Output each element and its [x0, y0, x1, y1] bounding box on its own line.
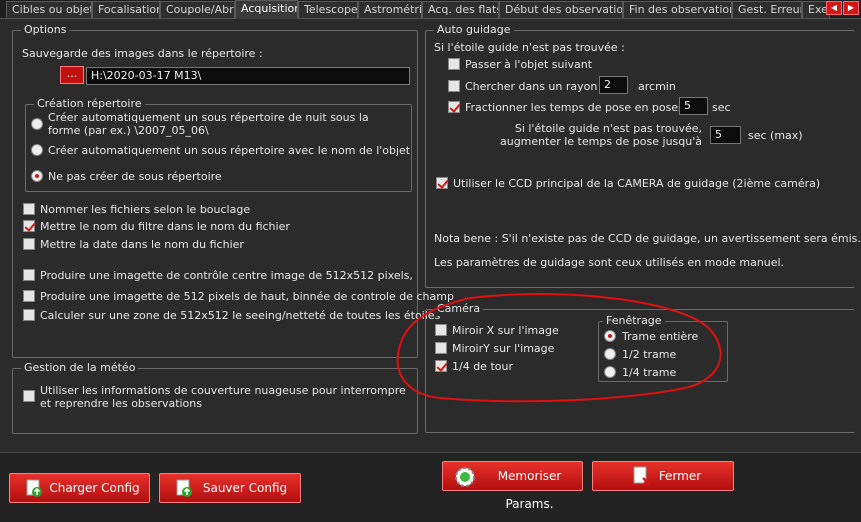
radio-night-dir-label: Créer automatiquement un sous répertoire… [48, 111, 369, 137]
checkbox-clouds-label: Utiliser les informations de couverture … [40, 384, 406, 410]
checkbox-next-object-label: Passer à l'objet suivant [465, 58, 593, 71]
checkbox-next-object[interactable] [448, 58, 460, 70]
checkbox-main-ccd[interactable] [436, 177, 448, 189]
tab-scroll-right-icon[interactable]: ▶ [843, 1, 859, 15]
guide-params-note: Les paramètres de guidage sont ceux util… [434, 256, 785, 269]
tab-fin-observations[interactable]: Fin des observations [623, 1, 732, 18]
checkbox-thumb-binned[interactable] [23, 290, 35, 302]
load-config-label: Charger Config [49, 481, 140, 495]
checkbox-split-exposure[interactable] [448, 101, 460, 113]
tab-debut-observations[interactable]: Début des observations [499, 1, 623, 18]
save-config-label: Sauver Config [202, 481, 288, 495]
split-exposure-input[interactable]: 5 [679, 97, 708, 115]
checkbox-seeing[interactable] [23, 309, 35, 321]
increase-exposure-label: Si l'étoile guide n'est pas trouvée, aug… [499, 122, 702, 148]
close-label: Fermer [658, 469, 702, 483]
checkbox-date-name-label: Mettre la date dans le nom du fichier [40, 238, 244, 251]
save-config-button[interactable]: Sauver Config [159, 473, 301, 503]
nota-bene-text: Nota bene : S'il n'existe pas de CCD de … [434, 232, 861, 245]
creation-title: Création répertoire [34, 97, 145, 111]
search-radius-unit: arcmin [638, 80, 676, 93]
tab-scroll-left-icon[interactable]: ◀ [826, 1, 842, 15]
checkbox-thumb-512[interactable] [23, 269, 35, 281]
save-dir-label: Sauvegarde des images dans le répertoire… [22, 47, 263, 60]
checkbox-loop-naming-label: Nommer les fichiers selon le bouclage [40, 203, 251, 216]
tab-telescope[interactable]: Telescope [298, 1, 358, 18]
radio-night-dir[interactable] [31, 118, 43, 130]
browse-button[interactable]: ... [60, 66, 84, 84]
checkbox-clouds[interactable] [23, 390, 35, 402]
load-config-button[interactable]: Charger Config [9, 473, 150, 503]
radio-object-dir[interactable] [31, 144, 43, 156]
save-dir-input[interactable]: H:\2020-03-17 M13\ [86, 67, 410, 85]
tab-cibles[interactable]: Cibles ou objets [6, 1, 92, 18]
checkbox-date-name[interactable] [23, 238, 35, 250]
checkbox-seeing-label: Calculer sur une zone de 512x512 le seei… [40, 309, 441, 322]
meteo-title: Gestion de la météo [21, 361, 139, 375]
memorize-params-label: Memoriser Params. [497, 469, 562, 511]
checkbox-split-exposure-label: Fractionner les temps de pose en poses d… [465, 101, 702, 114]
tab-coupole[interactable]: Coupole/Abri [160, 1, 235, 18]
tab-flats[interactable]: Acq. des flats [422, 1, 499, 18]
checkbox-loop-naming[interactable] [23, 203, 35, 215]
checkbox-search-radius-label: Chercher dans un rayon de [465, 80, 615, 93]
tab-bar: Cibles ou objets Focalisation Coupole/Ab… [0, 0, 861, 19]
radio-no-dir-label: Ne pas créer de sous répertoire [48, 170, 222, 183]
split-exposure-unit: sec [712, 101, 731, 114]
memorize-params-button[interactable]: Memoriser Params. [442, 461, 583, 511]
checkbox-search-radius[interactable] [448, 80, 460, 92]
radio-no-dir[interactable] [31, 170, 43, 182]
increase-exposure-input[interactable]: 5 [710, 126, 741, 144]
tab-acquisition[interactable]: Acquisition [235, 0, 298, 19]
increase-exposure-unit: sec (max) [748, 129, 803, 142]
search-radius-input[interactable]: 2 [599, 76, 628, 94]
checkbox-thumb-512-label: Produire une imagette de contrôle centre… [40, 269, 414, 282]
radio-object-dir-label: Créer automatiquement un sous répertoire… [48, 144, 411, 157]
tab-astrometrie[interactable]: Astrométrie [358, 1, 422, 18]
options-title: Options [21, 23, 70, 37]
tab-focalisation[interactable]: Focalisation [92, 1, 160, 18]
close-button[interactable]: Fermer [592, 461, 734, 491]
tab-gest-erreur[interactable]: Gest. Erreur [732, 1, 802, 18]
checkbox-filter-name-label: Mettre le nom du filtre dans le nom du f… [40, 220, 290, 233]
autoguide-title: Auto guidage [434, 23, 514, 37]
checkbox-filter-name[interactable] [23, 220, 35, 232]
guide-not-found-label: Si l'étoile guide n'est pas trouvée : [434, 41, 625, 54]
checkbox-main-ccd-label: Utiliser le CCD principal de la CAMERA d… [453, 177, 821, 190]
annotation-circle [396, 292, 722, 403]
